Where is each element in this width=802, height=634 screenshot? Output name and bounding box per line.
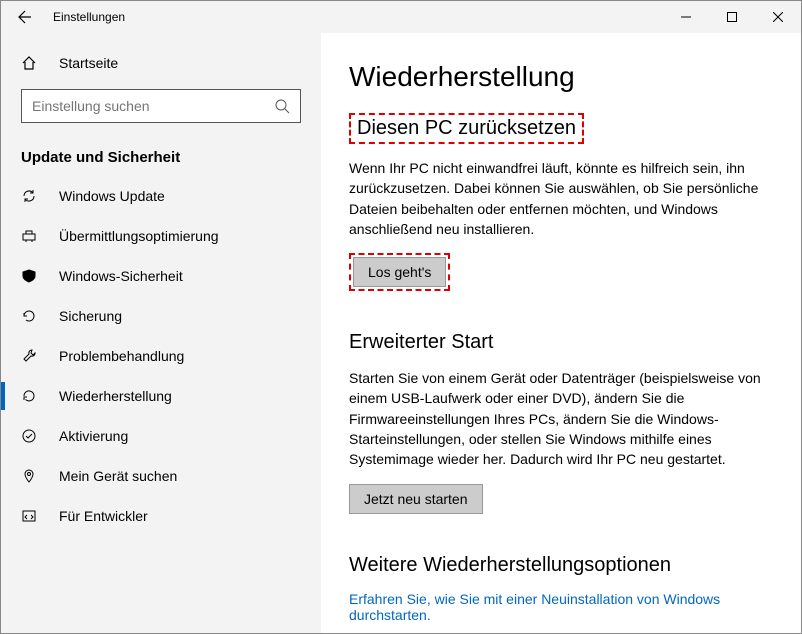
- content-pane: Wiederherstellung Diesen PC zurücksetzen…: [321, 33, 801, 633]
- sidebar-item-recovery[interactable]: Wiederherstellung: [1, 376, 321, 416]
- sidebar-item-label: Wiederherstellung: [59, 388, 172, 404]
- sidebar-item-windows-update[interactable]: Windows Update: [1, 176, 321, 216]
- back-button[interactable]: [1, 1, 49, 33]
- location-icon: [21, 468, 41, 484]
- window-controls: [663, 1, 801, 33]
- sidebar-item-label: Übermittlungsoptimierung: [59, 228, 219, 244]
- recovery-icon: [21, 388, 41, 404]
- page-title: Wiederherstellung: [349, 61, 773, 93]
- minimize-button[interactable]: [663, 1, 709, 33]
- sidebar-item-label: Aktivierung: [59, 428, 128, 444]
- fresh-start-link[interactable]: Erfahren Sie, wie Sie mit einer Neuinsta…: [349, 591, 773, 623]
- delivery-icon: [21, 228, 41, 244]
- section-heading-reset: Diesen PC zurücksetzen: [357, 117, 576, 140]
- sidebar: Startseite Update und Sicherheit Windows…: [1, 33, 321, 633]
- sidebar-item-for-developers[interactable]: Für Entwickler: [1, 496, 321, 536]
- sidebar-item-label: Problembehandlung: [59, 348, 184, 364]
- annotation-highlight: Diesen PC zurücksetzen: [349, 113, 584, 144]
- home-icon: [21, 55, 41, 71]
- section-text-advanced: Starten Sie von einem Gerät oder Datentr…: [349, 368, 773, 469]
- sidebar-item-label: Mein Gerät suchen: [59, 468, 177, 484]
- window-body: Startseite Update und Sicherheit Windows…: [1, 33, 801, 633]
- section-heading-advanced: Erweiterter Start: [349, 331, 773, 354]
- sync-icon: [21, 188, 41, 204]
- restart-now-button[interactable]: Jetzt neu starten: [349, 484, 483, 514]
- sidebar-item-label: Windows Update: [59, 188, 165, 204]
- sidebar-item-label: Windows-Sicherheit: [59, 268, 183, 284]
- section-text-reset: Wenn Ihr PC nicht einwandfrei läuft, kön…: [349, 158, 773, 239]
- reset-pc-button[interactable]: Los geht's: [353, 257, 446, 287]
- sidebar-item-backup[interactable]: Sicherung: [1, 296, 321, 336]
- maximize-button[interactable]: [709, 1, 755, 33]
- settings-window: Einstellungen Startseite Update und Sich…: [0, 0, 802, 634]
- wrench-icon: [21, 348, 41, 364]
- backup-icon: [21, 308, 41, 324]
- minimize-icon: [681, 12, 691, 22]
- sidebar-item-troubleshoot[interactable]: Problembehandlung: [1, 336, 321, 376]
- sidebar-item-activation[interactable]: Aktivierung: [1, 416, 321, 456]
- search-icon: [274, 98, 290, 114]
- search-box[interactable]: [21, 89, 301, 123]
- sidebar-item-find-my-device[interactable]: Mein Gerät suchen: [1, 456, 321, 496]
- check-circle-icon: [21, 428, 41, 444]
- sidebar-home-label: Startseite: [59, 55, 118, 71]
- close-icon: [773, 12, 783, 22]
- developer-icon: [21, 508, 41, 524]
- window-title: Einstellungen: [49, 10, 663, 24]
- section-heading-more: Weitere Wiederherstellungsoptionen: [349, 554, 773, 577]
- sidebar-item-label: Sicherung: [59, 308, 122, 324]
- sidebar-home[interactable]: Startseite: [1, 45, 321, 81]
- search-wrap: [1, 81, 321, 131]
- titlebar: Einstellungen: [1, 1, 801, 33]
- search-input[interactable]: [32, 98, 274, 114]
- shield-icon: [21, 268, 41, 284]
- sidebar-section-heading: Update und Sicherheit: [1, 131, 321, 176]
- close-button[interactable]: [755, 1, 801, 33]
- sidebar-item-label: Für Entwickler: [59, 508, 148, 524]
- sidebar-item-windows-security[interactable]: Windows-Sicherheit: [1, 256, 321, 296]
- arrow-left-icon: [17, 9, 33, 25]
- annotation-highlight: Los geht's: [349, 253, 450, 291]
- sidebar-item-delivery-optimization[interactable]: Übermittlungsoptimierung: [1, 216, 321, 256]
- maximize-icon: [727, 12, 737, 22]
